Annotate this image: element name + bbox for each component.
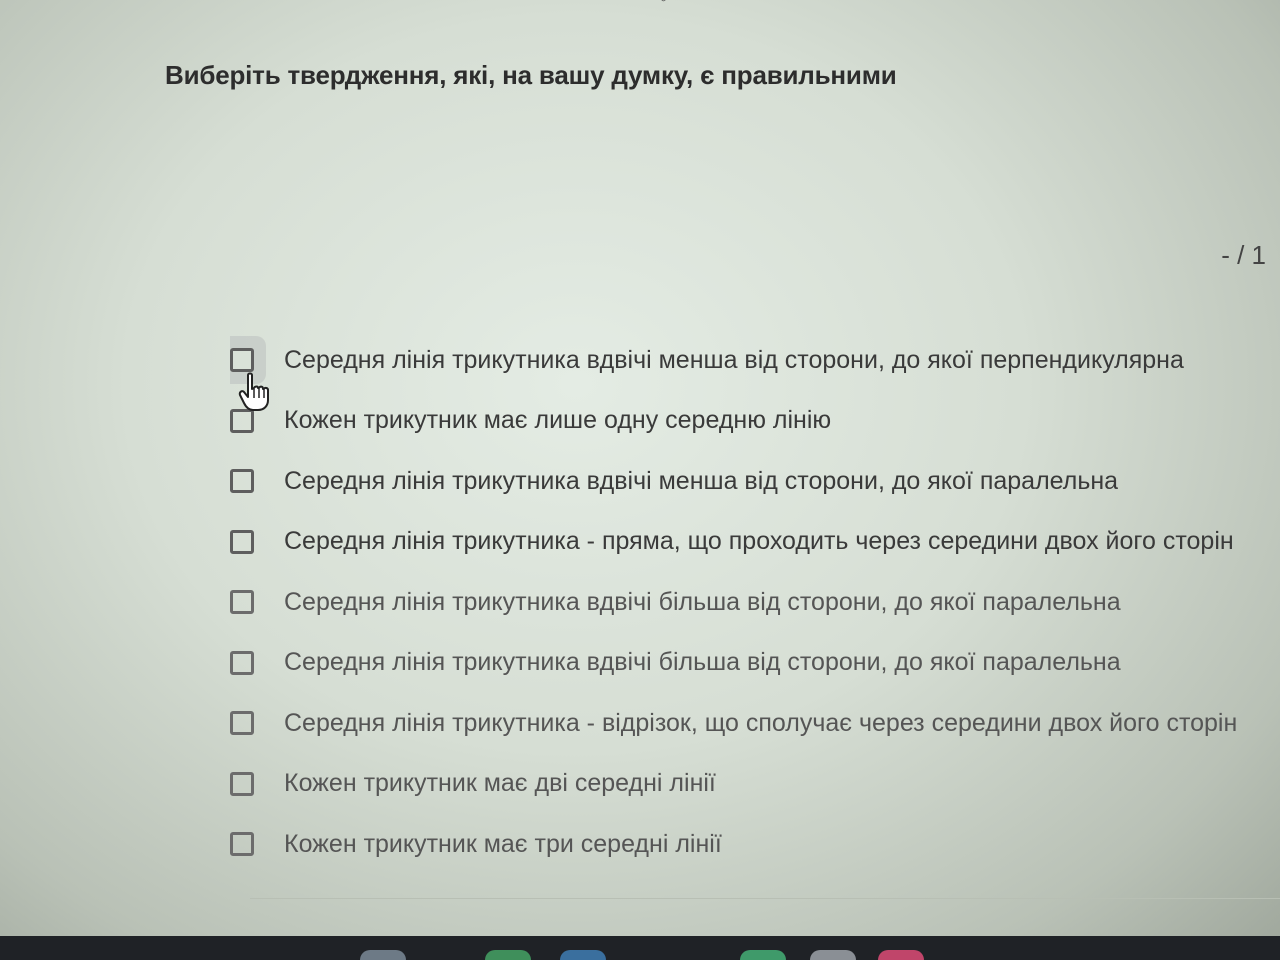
- option-checkbox[interactable]: [230, 529, 254, 554]
- option-checkbox[interactable]: [230, 832, 254, 857]
- option-item[interactable]: Середня лінія трикутника вдвічі менша ві…: [230, 451, 1270, 512]
- hand-pointer-icon: [238, 372, 269, 411]
- previous-content-cutoff: ◦: [660, 0, 667, 11]
- option-item[interactable]: Середня лінія трикутника - пряма, що про…: [230, 512, 1270, 573]
- option-label: Середня лінія трикутника - пряма, що про…: [284, 527, 1234, 556]
- option-label: Середня лінія трикутника - відрізок, що …: [284, 708, 1238, 737]
- option-label: Середня лінія трикутника вдвічі більша в…: [284, 587, 1121, 616]
- taskbar-app-icon[interactable]: [560, 950, 606, 960]
- option-checkbox[interactable]: [230, 408, 254, 433]
- option-label: Середня лінія трикутника вдвічі менша ві…: [284, 466, 1119, 495]
- taskbar-app-icon[interactable]: [360, 950, 406, 960]
- option-label: Середня лінія трикутника вдвічі менша ві…: [284, 345, 1184, 374]
- option-checkbox[interactable]: [230, 590, 254, 615]
- option-item[interactable]: Середня лінія трикутника вдвічі більша в…: [230, 633, 1270, 694]
- option-checkbox[interactable]: [230, 771, 254, 796]
- taskbar: [0, 936, 1280, 960]
- option-item[interactable]: Кожен трикутник має три середні лінії: [230, 814, 1270, 875]
- divider: [250, 898, 1280, 899]
- taskbar-app-icon[interactable]: [740, 950, 786, 960]
- option-item[interactable]: Середня лінія трикутника - відрізок, що …: [230, 693, 1270, 754]
- option-label: Кожен трикутник має дві середні лінії: [284, 769, 716, 798]
- option-item[interactable]: Середня лінія трикутника вдвічі більша в…: [230, 572, 1270, 633]
- taskbar-app-icon[interactable]: [485, 950, 531, 960]
- taskbar-app-icon[interactable]: [878, 950, 924, 960]
- question-title: Виберіть твердження, які, на вашу думку,…: [165, 60, 897, 90]
- options-list: Середня лінія трикутника вдвічі менша ві…: [230, 330, 1270, 875]
- option-checkbox[interactable]: [230, 650, 254, 675]
- option-label: Кожен трикутник має три середні лінії: [284, 829, 722, 858]
- option-checkbox[interactable]: [230, 348, 254, 373]
- option-item[interactable]: Середня лінія трикутника вдвічі менша ві…: [230, 330, 1270, 391]
- option-checkbox[interactable]: [230, 469, 254, 494]
- option-item[interactable]: Кожен трикутник має лише одну середню лі…: [230, 391, 1270, 452]
- option-checkbox[interactable]: [230, 711, 254, 736]
- question-score: - / 1: [1221, 240, 1266, 270]
- option-item[interactable]: Кожен трикутник має дві середні лінії: [230, 754, 1270, 815]
- option-label: Середня лінія трикутника вдвічі більша в…: [284, 648, 1121, 677]
- option-label: Кожен трикутник має лише одну середню лі…: [284, 406, 832, 435]
- taskbar-app-icon[interactable]: [810, 950, 856, 960]
